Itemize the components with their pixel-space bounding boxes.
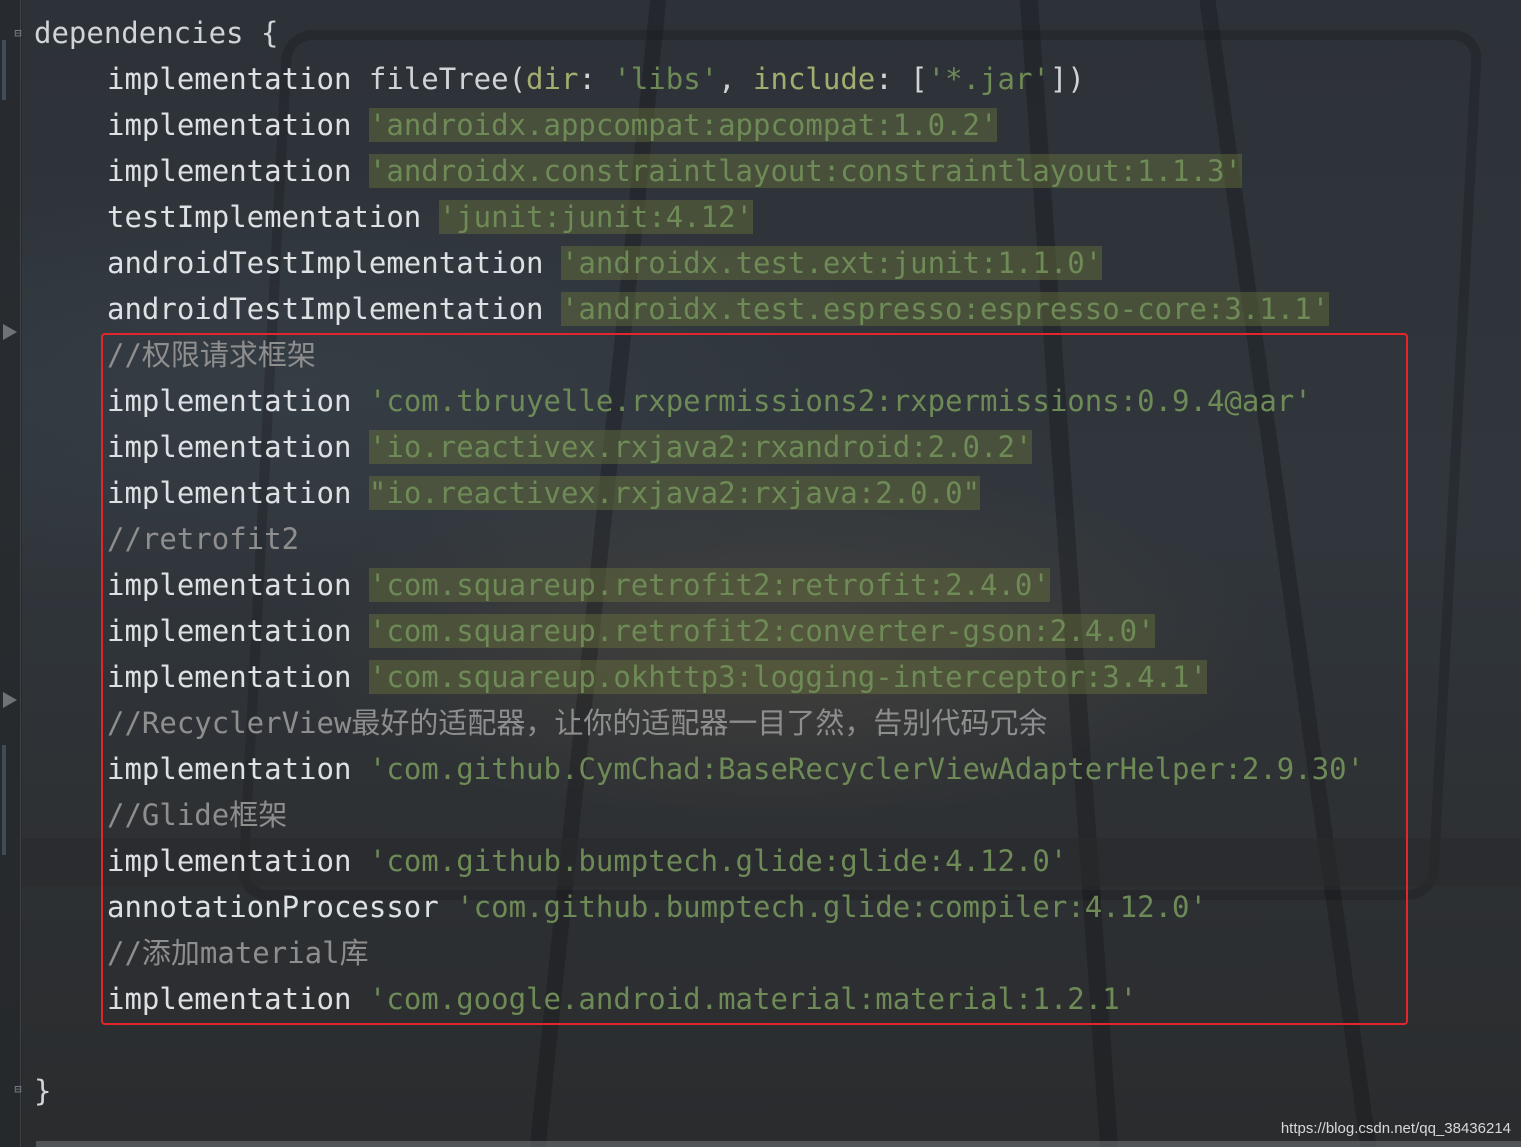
run-gutter-icon[interactable]: [3, 692, 17, 708]
string-literal: 'androidx.test.espresso:espresso-core:3.…: [560, 292, 1330, 326]
code-token: testImplementation: [107, 200, 439, 234]
code-line[interactable]: dependencies {: [34, 10, 278, 56]
code-token: dependencies {: [34, 16, 279, 50]
code-line[interactable]: androidTestImplementation 'androidx.test…: [107, 240, 1103, 286]
watermark: https://blog.csdn.net/qq_38436214: [1280, 1120, 1511, 1137]
gutter-divider: [20, 0, 21, 1147]
fold-close-icon[interactable]: ⊟: [11, 1082, 25, 1096]
code-token: ]): [1049, 62, 1085, 96]
code-token: fileTree(: [368, 62, 527, 96]
change-marker: [2, 40, 6, 100]
code-token: include: [753, 62, 876, 96]
horizontal-scrollbar[interactable]: [36, 1141, 1521, 1147]
change-marker: [2, 745, 6, 855]
code-line[interactable]: testImplementation 'junit:junit:4.12': [107, 194, 754, 240]
run-gutter-icon[interactable]: [3, 324, 17, 340]
code-token: }: [34, 1074, 52, 1108]
code-line[interactable]: androidTestImplementation 'androidx.test…: [107, 286, 1330, 332]
code-token: ,: [718, 62, 754, 96]
code-token: implementation: [107, 154, 369, 188]
code-line[interactable]: implementation 'androidx.constraintlayou…: [107, 148, 1242, 194]
string-literal: 'androidx.test.ext:junit:1.1.0': [560, 246, 1103, 280]
string-literal: 'libs': [613, 62, 719, 96]
string-literal: '*.jar': [927, 62, 1050, 96]
string-literal: 'junit:junit:4.12': [438, 200, 754, 234]
code-token: androidTestImplementation: [107, 246, 561, 280]
code-token: implementation: [107, 62, 369, 96]
code-token: dir: [526, 62, 579, 96]
code-line[interactable]: }: [34, 1068, 51, 1114]
editor-gutter[interactable]: [0, 0, 22, 1147]
string-literal: 'androidx.constraintlayout:constraintlay…: [368, 154, 1242, 188]
string-literal: 'androidx.appcompat:appcompat:1.0.2': [368, 108, 998, 142]
code-line[interactable]: implementation fileTree(dir: 'libs', inc…: [107, 56, 1085, 102]
code-token: :: [578, 62, 614, 96]
code-token: androidTestImplementation: [107, 292, 561, 326]
code-line[interactable]: implementation 'androidx.appcompat:appco…: [107, 102, 998, 148]
code-token: : [: [875, 62, 928, 96]
highlight-annotation-box: [101, 333, 1408, 1025]
code-token: implementation: [107, 108, 369, 142]
fold-open-icon[interactable]: ⊟: [11, 26, 25, 40]
